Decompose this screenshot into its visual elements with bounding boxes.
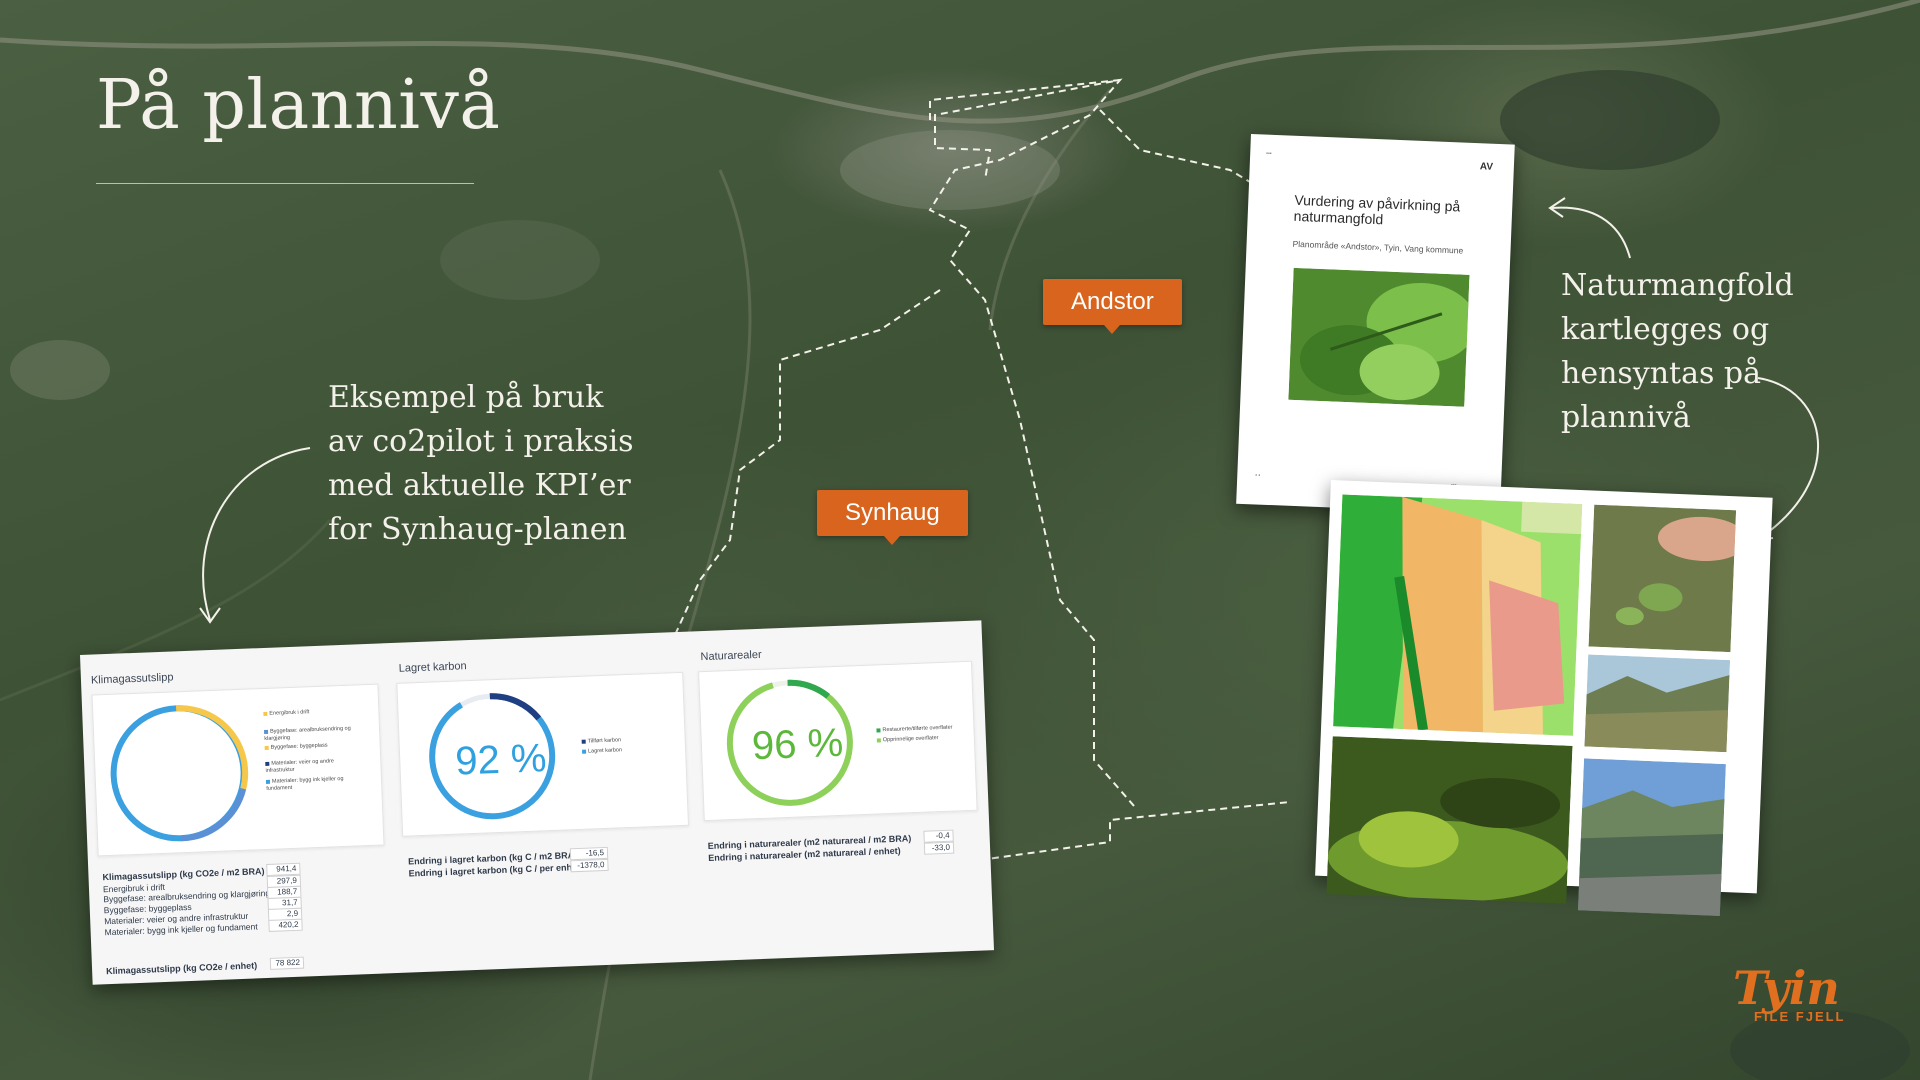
emissions-legend-2: Byggefase: arealbruksendring og klargjør… bbox=[263, 725, 351, 742]
report-subtitle: Planområde «Andstor», Tyin, Vang kommune bbox=[1292, 238, 1464, 256]
carbon-row-2-value: -1378,0 bbox=[570, 858, 609, 873]
carbon-legend-1: Tillført karbon bbox=[581, 737, 622, 746]
emissions-title: Klimagassutslipp bbox=[90, 671, 174, 687]
report-title: Vurdering av påvirkning på naturmangfold bbox=[1293, 191, 1461, 228]
arrow-up-icon bbox=[1551, 206, 1631, 259]
tyin-logo-sub: FILE FJELL bbox=[1754, 1009, 1846, 1024]
emissions-total-label: Klimagassutslipp (kg CO2e / m2 BRA) bbox=[102, 866, 265, 883]
nature-title: Naturarealer bbox=[700, 648, 762, 664]
arrow-left-icon bbox=[202, 447, 311, 621]
nature-card: 96 % Restaurerte/tilførte overflater Opp… bbox=[698, 660, 978, 822]
co2pilot-dashboard: Klimagassutslipp Energibruk i drift Bygg… bbox=[80, 620, 995, 985]
mountain-meadow-photo bbox=[1584, 654, 1731, 753]
emissions-row-5-value: 420,2 bbox=[268, 918, 303, 932]
emissions-legend-5: Materialer: bygg ink kjeller og fundamen… bbox=[265, 775, 344, 792]
map-pin-andstor: Andstor bbox=[1043, 279, 1182, 334]
report-cover-photo bbox=[1288, 267, 1470, 407]
nature-arc-dark bbox=[787, 679, 831, 699]
map-pin-synhaug: Synhaug bbox=[817, 490, 968, 545]
nature-legend-2: Opprinnelige overflater bbox=[876, 735, 939, 744]
river-valley-photo bbox=[1577, 758, 1726, 916]
nature-legend-1: Restaurerte/tilførte overflater bbox=[876, 725, 953, 735]
moss-photo bbox=[1326, 736, 1573, 904]
report-logo: AV bbox=[1479, 161, 1494, 173]
emissions-segment-energy bbox=[175, 705, 249, 790]
carbon-arc-dark bbox=[489, 693, 542, 721]
carbon-title: Lagret karbon bbox=[398, 660, 467, 675]
emissions-card: Energibruk i drift Byggefase: arealbruks… bbox=[91, 683, 385, 857]
emissions-donut bbox=[110, 705, 249, 842]
carbon-percent: 92 % bbox=[454, 736, 548, 784]
report-publisher-mark: ▪▪▪ bbox=[1266, 150, 1272, 157]
report-cover: ▪▪▪ AV Vurdering av påvirkning på naturm… bbox=[1236, 134, 1515, 515]
emissions-per-unit-label: Klimagassutslipp (kg CO2e / enhet) bbox=[105, 960, 258, 977]
zoning-map-image bbox=[1333, 494, 1583, 736]
carbon-legend-2: Lagret karbon bbox=[581, 747, 622, 756]
carbon-card: 92 % Tillført karbon Lagret karbon bbox=[396, 671, 690, 837]
emissions-legend-4: Materialer: veier og andre infrastruktur bbox=[265, 758, 335, 774]
report-footer-left: ▪ ▪ bbox=[1255, 472, 1261, 479]
plant-hand-photo bbox=[1588, 504, 1737, 653]
nature-percent: 96 % bbox=[751, 720, 844, 769]
emissions-per-unit-value: 78 822 bbox=[269, 956, 305, 970]
tyin-wordmark: Tyin bbox=[1733, 961, 1840, 1015]
nature-row-2-value: -33,0 bbox=[923, 841, 955, 855]
emissions-legend-1: Energibruk i drift bbox=[263, 707, 358, 718]
emissions-legend-3: Byggefase: byggeplass bbox=[264, 741, 360, 752]
nature-photo-collage bbox=[1315, 480, 1773, 916]
emissions-segment-area bbox=[180, 788, 247, 842]
